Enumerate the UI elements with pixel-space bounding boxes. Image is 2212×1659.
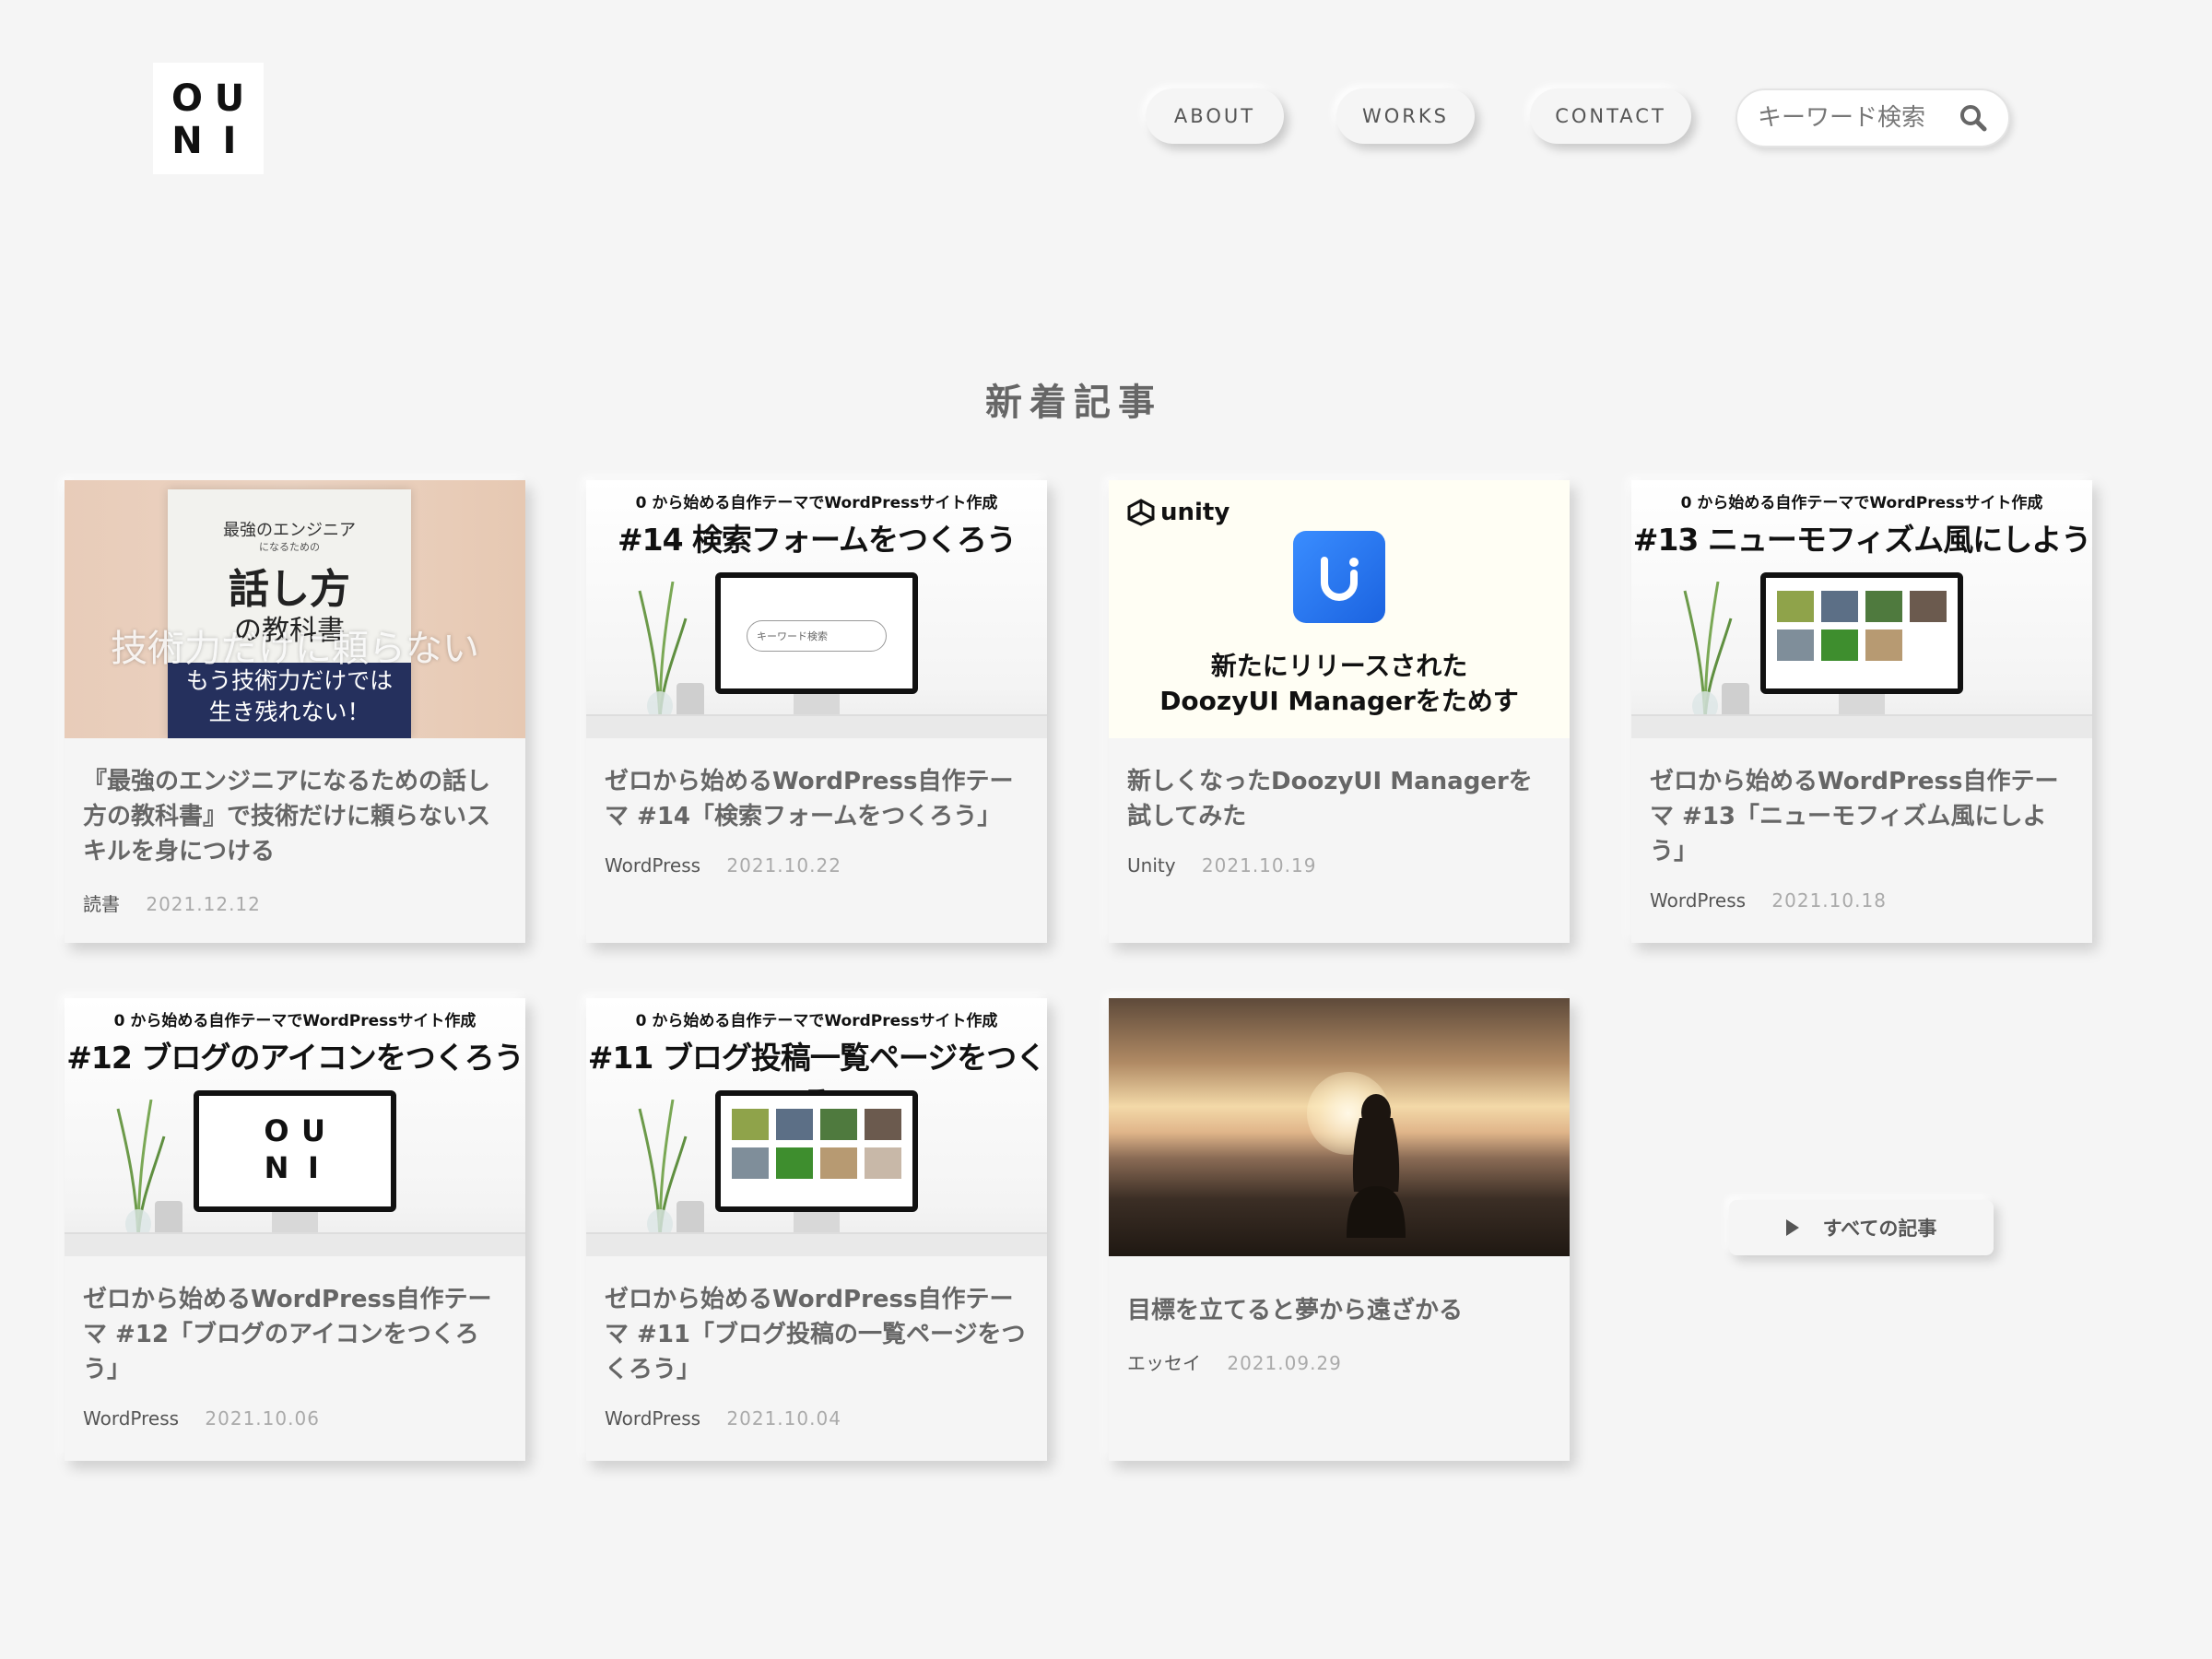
monitor-illustration: O U N I: [194, 1090, 396, 1212]
article-card[interactable]: 目標を立てると夢から遠ざかる エッセイ 2021.09.29: [1109, 998, 1570, 1461]
logo-letter: O: [171, 77, 203, 120]
all-articles-button[interactable]: すべての記事: [1729, 1200, 1994, 1255]
article-card[interactable]: 0 から始める自作テーマでWordPressサイト作成 #14 検索フォームをつ…: [586, 480, 1047, 943]
thumb-text: 新たにリリースされた: [1210, 651, 1468, 681]
article-category[interactable]: WordPress: [605, 1407, 700, 1430]
article-title[interactable]: ゼロから始めるWordPress自作テーマ #11「ブログ投稿の一覧ページをつく…: [605, 1282, 1029, 1387]
logo-letter: N: [264, 1150, 289, 1185]
book-cover: 最強のエンジニア になるための 話し方 の教科書 もう技術力だけでは 生き残れな…: [168, 489, 411, 738]
search-box: [1735, 88, 2010, 147]
nav-about-button[interactable]: ABOUT: [1146, 88, 1284, 144]
article-category[interactable]: Unity: [1127, 854, 1176, 877]
article-thumbnail: [1109, 998, 1570, 1256]
article-title[interactable]: 新しくなったDoozyUI Managerを試してみた: [1127, 764, 1551, 834]
thumb-subtitle: 0 から始める自作テーマでWordPressサイト作成: [635, 1012, 998, 1030]
article-date: 2021.10.18: [1771, 889, 1887, 912]
all-articles-label: すべての記事: [1822, 1218, 1937, 1240]
logo-letter: U: [214, 77, 245, 120]
thumb-subtitle: 0 から始める自作テーマでWordPressサイト作成: [1680, 494, 2043, 512]
site-logo[interactable]: O U N I: [153, 63, 264, 174]
section-title: 新着記事: [985, 382, 1162, 424]
article-card[interactable]: 最強のエンジニア になるための 話し方 の教科書 もう技術力だけでは 生き残れな…: [65, 480, 525, 943]
thumb-heading: #12 ブログのアイコンをつくろう: [66, 1040, 524, 1076]
thumb-subtitle: 0 から始める自作テーマでWordPressサイト作成: [113, 1012, 477, 1030]
monitor-illustration: [1760, 572, 1963, 694]
article-date: 2021.09.29: [1227, 1352, 1342, 1374]
desk: [586, 714, 1047, 738]
article-thumbnail: unity 新たにリリースされた DoozyUI Managerをためす: [1109, 480, 1570, 738]
article-title[interactable]: ゼロから始めるWordPress自作テーマ #14「検索フォームをつくろう」: [605, 764, 1029, 834]
article-thumbnail: 0 から始める自作テーマでWordPressサイト作成 #12 ブログのアイコン…: [65, 998, 525, 1256]
article-date: 2021.10.04: [726, 1407, 841, 1430]
article-date: 2021.12.12: [146, 893, 261, 915]
monitor-stand: [272, 1212, 318, 1232]
article-category[interactable]: WordPress: [83, 1407, 179, 1430]
photo-grid: [1777, 591, 1947, 661]
thumb-heading: #13 ニューモフィズム風にしよう: [1632, 522, 2091, 558]
desk: [65, 1232, 525, 1256]
monitor-illustration: [715, 1090, 918, 1212]
thumb-text: DoozyUI Managerをためす: [1159, 686, 1519, 716]
unity-logo: unity: [1127, 499, 1230, 526]
nav-works-button[interactable]: WORKS: [1336, 88, 1475, 144]
article-card[interactable]: 0 から始める自作テーマでWordPressサイト作成 #11 ブログ投稿一覧ペ…: [586, 998, 1047, 1461]
monitor-stand: [794, 694, 840, 714]
logo-letter: I: [222, 120, 237, 162]
mini-logo: O U N I: [258, 1112, 332, 1186]
nav-contact-button[interactable]: CONTACT: [1530, 88, 1691, 144]
article-category[interactable]: WordPress: [1650, 889, 1746, 912]
thumb-text: になるための: [259, 541, 320, 553]
article-card[interactable]: 0 から始める自作テーマでWordPressサイト作成 #13 ニューモフィズム…: [1631, 480, 2092, 943]
monitor-illustration: キーワード検索: [715, 572, 918, 694]
logo-letter: N: [171, 120, 203, 162]
monitor-stand: [1839, 694, 1885, 714]
thumb-subtitle: 0 から始める自作テーマでWordPressサイト作成: [635, 494, 998, 512]
person-silhouette: [1347, 1094, 1406, 1238]
article-category[interactable]: 読書: [83, 893, 120, 915]
mini-search-text: キーワード検索: [747, 620, 887, 652]
unity-brand-text: unity: [1160, 499, 1230, 526]
article-thumbnail: 0 から始める自作テーマでWordPressサイト作成 #13 ニューモフィズム…: [1631, 480, 2092, 738]
search-input[interactable]: [1758, 104, 1951, 132]
article-thumbnail: 最強のエンジニア になるための 話し方 の教科書 もう技術力だけでは 生き残れな…: [65, 480, 525, 738]
article-thumbnail: 0 から始める自作テーマでWordPressサイト作成 #14 検索フォームをつ…: [586, 480, 1047, 738]
article-card[interactable]: unity 新たにリリースされた DoozyUI Managerをためす 新しく…: [1109, 480, 1570, 943]
article-date: 2021.10.19: [1201, 854, 1317, 877]
desk: [586, 1232, 1047, 1256]
thumb-text: 生き残れない！: [208, 699, 371, 725]
monitor-stand: [794, 1212, 840, 1232]
thumb-text: 最強のエンジニア: [223, 521, 356, 540]
play-icon: [1785, 1219, 1799, 1236]
doozyui-app-icon: [1293, 531, 1385, 623]
article-date: 2021.10.06: [205, 1407, 320, 1430]
article-category[interactable]: エッセイ: [1127, 1352, 1201, 1374]
unity-icon: [1127, 499, 1155, 526]
article-category[interactable]: WordPress: [605, 854, 700, 877]
logo-letter: O: [264, 1113, 289, 1148]
thumb-text: 話し方: [229, 566, 350, 613]
article-title[interactable]: 『最強のエンジニアになるための話し方の教科書』で技術だけに頼らないスキルを身につ…: [83, 764, 507, 869]
article-title[interactable]: ゼロから始めるWordPress自作テーマ #13「ニューモフィズム風にしよう」: [1650, 764, 2074, 869]
thumb-heading: #14 検索フォームをつくろう: [617, 522, 1017, 558]
logo-letter: U: [301, 1113, 325, 1148]
photo-grid: [732, 1109, 901, 1179]
article-thumbnail: 0 から始める自作テーマでWordPressサイト作成 #11 ブログ投稿一覧ペ…: [586, 998, 1047, 1256]
article-date: 2021.10.22: [726, 854, 841, 877]
desk: [1631, 714, 2092, 738]
article-title[interactable]: ゼロから始めるWordPress自作テーマ #12「ブログのアイコンをつくろう」: [83, 1282, 507, 1387]
article-card[interactable]: 0 から始める自作テーマでWordPressサイト作成 #12 ブログのアイコン…: [65, 998, 525, 1461]
article-title[interactable]: 目標を立てると夢から遠ざかる: [1127, 1293, 1551, 1328]
thumb-overlay-text: 技術力だけに頼らない: [111, 628, 479, 670]
logo-letter: I: [308, 1150, 319, 1185]
search-icon[interactable]: [1959, 103, 1988, 133]
